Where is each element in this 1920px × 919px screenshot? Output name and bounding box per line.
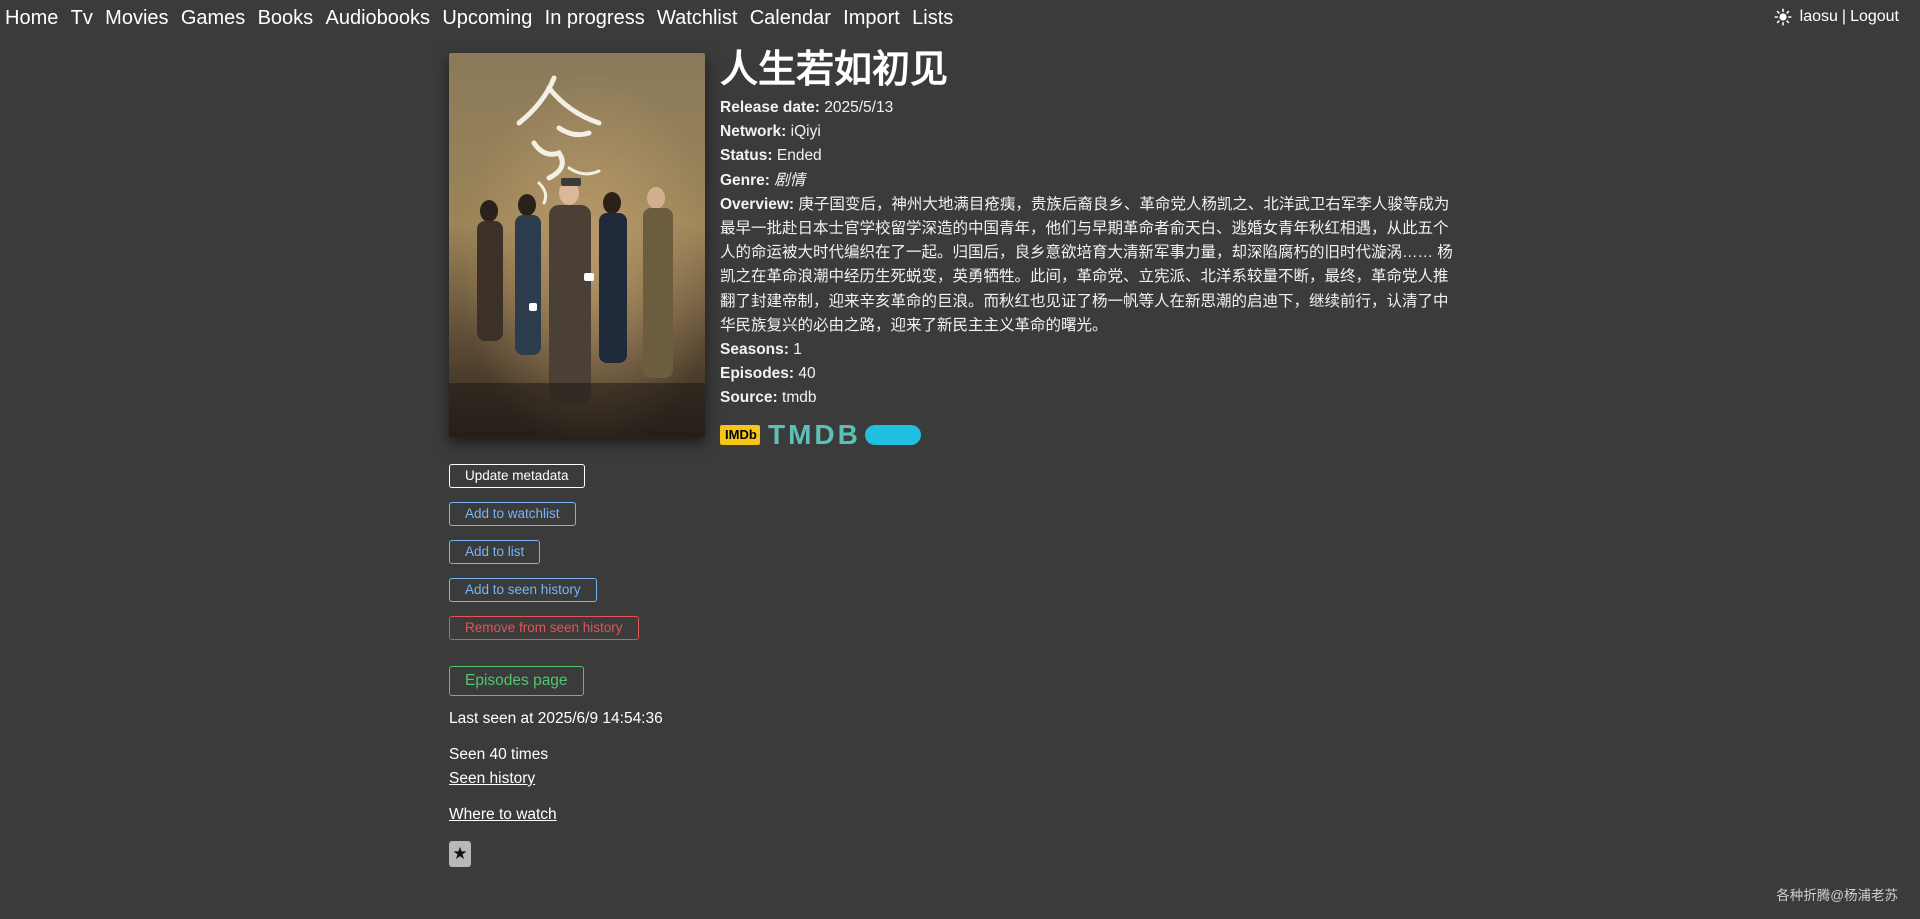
external-links: IMDb TMDB: [720, 418, 1460, 450]
show-details: 人生若如初见 Release date: 2025/5/13 Network: …: [720, 48, 1460, 450]
release-date-row: Release date: 2025/5/13: [720, 96, 1460, 120]
seasons-label: Seasons:: [720, 341, 789, 359]
nav-lists[interactable]: Lists: [912, 6, 953, 30]
remove-from-seen-history-button[interactable]: Remove from seen history: [449, 616, 639, 640]
where-to-watch-link[interactable]: Where to watch: [449, 806, 557, 823]
nav-movies[interactable]: Movies: [105, 6, 168, 30]
source-value: tmdb: [782, 389, 817, 407]
poster-image: [449, 53, 705, 437]
genre-label: Genre:: [720, 171, 770, 189]
logout-link[interactable]: Logout: [1850, 8, 1899, 26]
nav-audiobooks[interactable]: Audiobooks: [325, 6, 430, 30]
release-date-label: Release date:: [720, 99, 820, 116]
source-row: Source: tmdb: [720, 386, 1460, 410]
source-label: Source:: [720, 389, 778, 407]
nav-home[interactable]: Home: [5, 6, 58, 30]
imdb-logo-link[interactable]: IMDb: [720, 424, 760, 445]
seasons-row: Seasons: 1: [720, 338, 1460, 362]
seasons-value: 1: [793, 341, 802, 359]
theme-toggle-icon[interactable]: [1774, 8, 1792, 26]
overview-value: 庚子国变后，神州大地满目疮痍，贵族后裔良乡、革命党人杨凯之、北洋武卫右军李人骏等…: [720, 195, 1453, 334]
update-metadata-button[interactable]: Update metadata: [449, 464, 585, 488]
genre-row: Genre: 剧情: [720, 169, 1460, 193]
episodes-label: Episodes:: [720, 365, 795, 383]
release-date-value: 2025/5/13: [824, 99, 894, 116]
episodes-page-button[interactable]: Episodes page: [449, 666, 584, 696]
nav-calendar[interactable]: Calendar: [750, 6, 831, 30]
episodes-row: Episodes: 40: [720, 362, 1460, 386]
status-row: Status: Ended: [720, 144, 1460, 168]
nav-in-progress[interactable]: In progress: [545, 6, 645, 30]
nav-tv[interactable]: Tv: [71, 6, 93, 30]
genre-value: 剧情: [774, 171, 806, 189]
tmdb-logo-link[interactable]: TMDB: [768, 418, 921, 450]
tmdb-logo-pill-icon: [864, 424, 921, 445]
add-to-watchlist-button[interactable]: Add to watchlist: [449, 502, 576, 526]
username-link[interactable]: laosu: [1800, 8, 1838, 26]
network-label: Network:: [720, 123, 787, 141]
status-label: Status:: [720, 147, 773, 165]
seen-history-link[interactable]: Seen history: [449, 770, 535, 787]
top-navbar: Home Tv Movies Games Books Audiobooks Up…: [0, 0, 1920, 36]
nav-books[interactable]: Books: [258, 6, 314, 30]
nav-links: Home Tv Movies Games Books Audiobooks Up…: [5, 6, 966, 30]
add-to-list-button[interactable]: Add to list: [449, 540, 541, 564]
nav-watchlist[interactable]: Watchlist: [657, 6, 737, 30]
network-value: iQiyi: [790, 123, 821, 141]
network-row: Network: iQiyi: [720, 120, 1460, 144]
nav-upcoming[interactable]: Upcoming: [442, 6, 532, 30]
overview-label: Overview:: [720, 195, 795, 213]
nav-separator: |: [1841, 8, 1847, 25]
tmdb-logo-text: TMDB: [768, 418, 861, 450]
show-poster: [449, 53, 705, 437]
show-title: 人生若如初见: [720, 49, 949, 91]
nav-import[interactable]: Import: [843, 6, 900, 30]
status-value: Ended: [776, 147, 822, 165]
episodes-value: 40: [798, 365, 816, 383]
seen-count-text: Seen 40 times: [449, 746, 549, 763]
overview-row: Overview: 庚子国变后，神州大地满目疮痍，贵族后裔良乡、革命党人杨凯之、…: [720, 193, 1460, 338]
nav-games[interactable]: Games: [181, 6, 245, 30]
footer-credit: 各种折腾@杨浦老苏: [1776, 888, 1898, 903]
last-seen-text: Last seen at 2025/6/9 14:54:36: [449, 710, 663, 727]
user-menu: laosu | Logout: [1774, 8, 1899, 26]
favorite-star-button[interactable]: ★: [449, 841, 471, 867]
star-icon: ★: [452, 844, 468, 863]
add-to-seen-history-button[interactable]: Add to seen history: [449, 578, 597, 602]
